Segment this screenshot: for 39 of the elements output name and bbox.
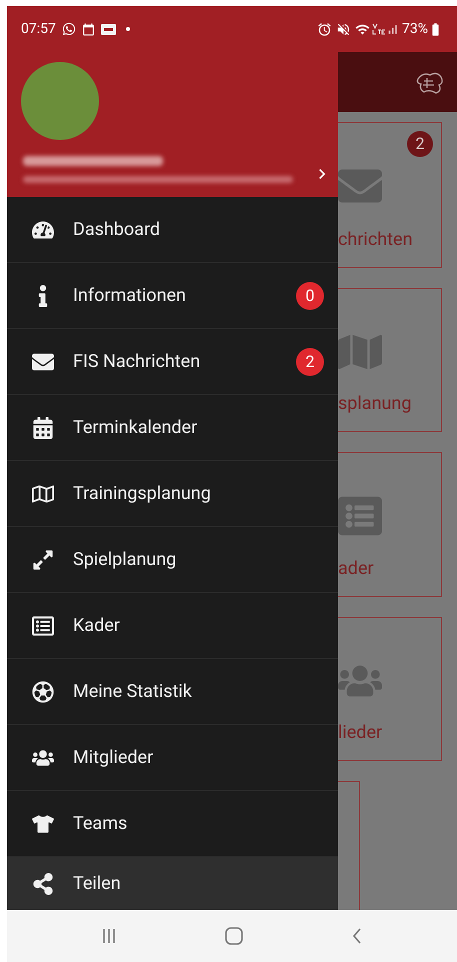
menu-label: FIS Nachrichten: [73, 350, 202, 374]
battery-percent: 73%: [402, 20, 428, 38]
calendar-icon: [82, 22, 95, 36]
home-icon[interactable]: [224, 927, 243, 945]
count-badge: 2: [296, 348, 324, 376]
chat-icon: [62, 22, 76, 36]
volte-icon: [372, 23, 386, 35]
menu-label: Terminkalender: [73, 416, 198, 440]
tile-label: ader: [338, 557, 375, 581]
menu-label: Mitglieder: [73, 746, 154, 770]
menu-label: Dashboard: [73, 218, 162, 242]
menu-label: Trainingsplanung: [73, 482, 212, 506]
diagonal-arrows-icon: [32, 548, 54, 570]
dashboard-gauge-icon: [32, 218, 54, 240]
tile-label: chrichten: [338, 228, 414, 252]
tile-label: lieder: [338, 721, 384, 745]
map-icon: [32, 482, 54, 504]
back-icon[interactable]: [352, 928, 362, 944]
share-icon: [32, 872, 54, 894]
menu-label: Meine Statistik: [73, 680, 193, 704]
menu-label: Teams: [73, 812, 128, 836]
t-shirt-icon: [32, 812, 54, 834]
recent-apps-icon[interactable]: [102, 928, 116, 944]
app-notification-icon: [100, 24, 116, 34]
mute-icon: [336, 22, 351, 36]
count-badge: 0: [296, 282, 324, 310]
list-icon: [32, 614, 54, 636]
calendar-icon: [32, 416, 54, 438]
menu-item[interactable]: Teilen: [7, 857, 338, 910]
tile-label: splanung: [338, 392, 412, 416]
signal-icon: [386, 22, 399, 36]
count-badge: 2: [407, 131, 433, 157]
menu-label: Informationen: [73, 284, 187, 308]
alarm-icon: [317, 22, 332, 36]
menu-label: Teilen: [73, 872, 122, 896]
dashboard-tile[interactable]: 2 chrichten: [338, 122, 442, 268]
menu-label: Spielplanung: [73, 548, 178, 572]
menu-label: Kader: [73, 614, 121, 638]
status-time: 07:57: [21, 20, 56, 38]
